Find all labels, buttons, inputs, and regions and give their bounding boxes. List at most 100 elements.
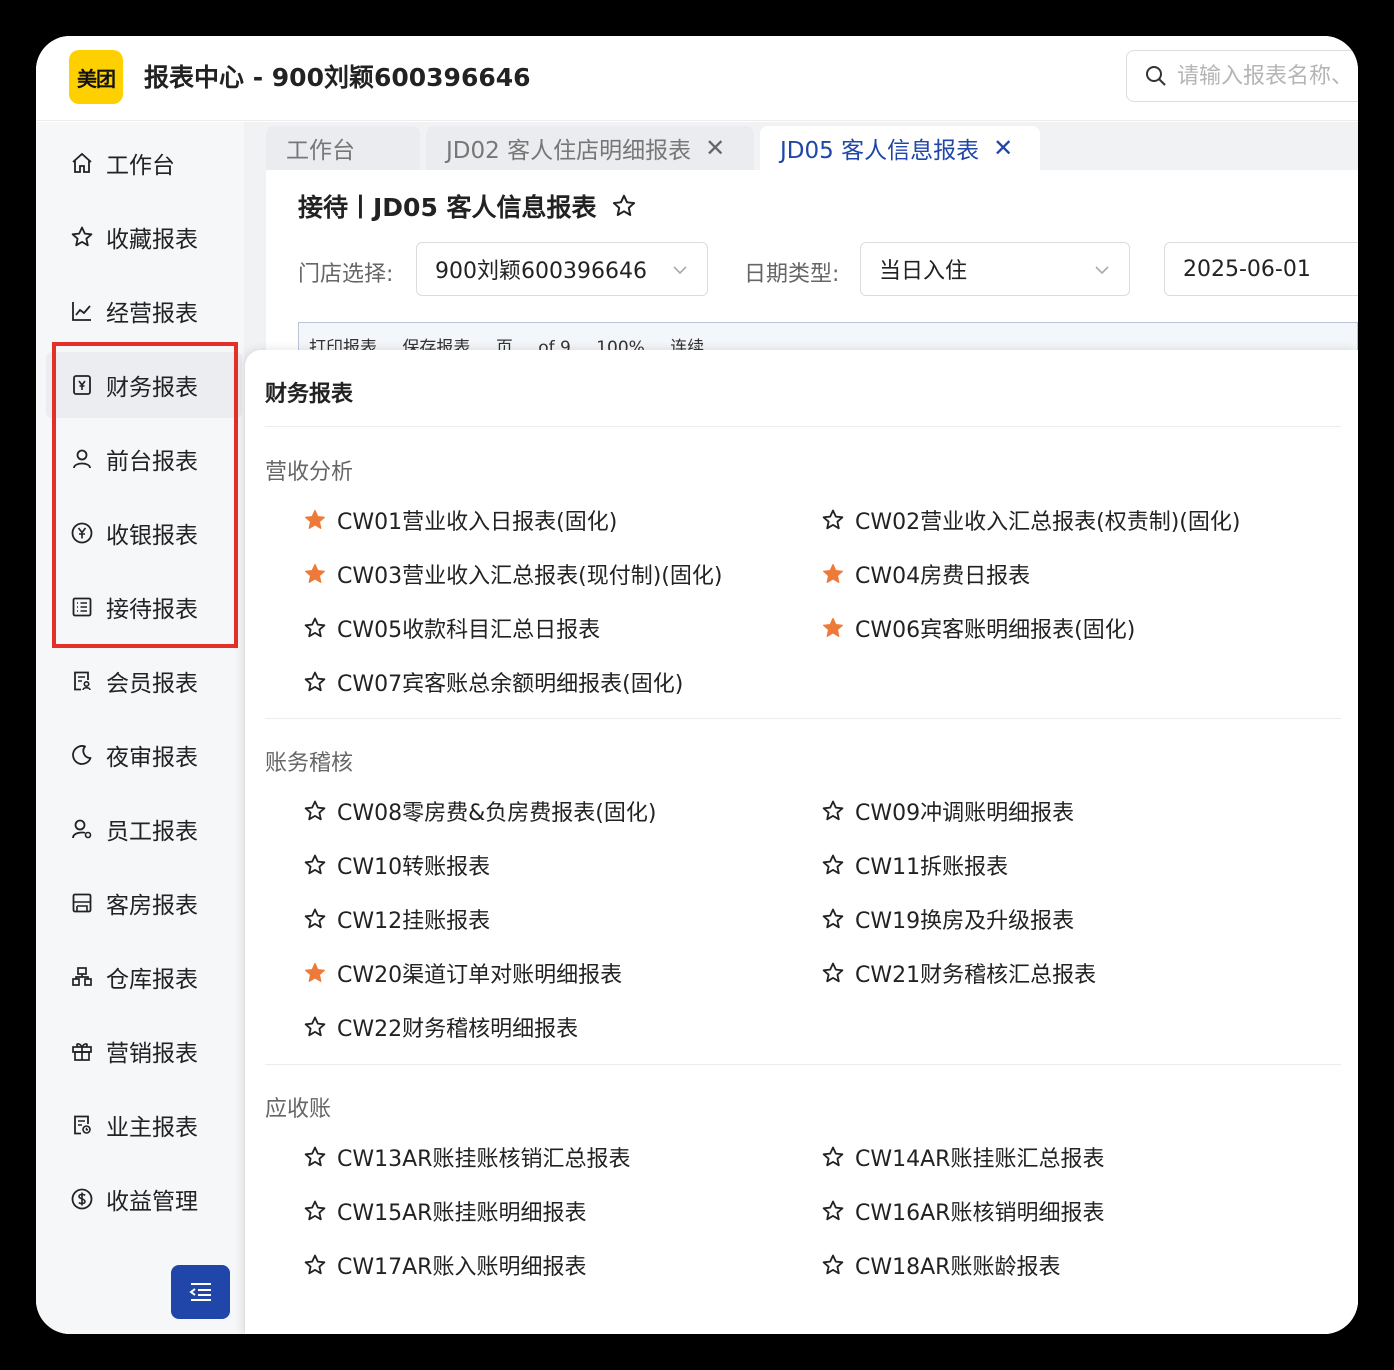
report-name: CW20渠道订单对账明细报表 [337,963,623,988]
date-picker[interactable]: 2025-06-01 [1164,242,1358,296]
sidebar-item-staff[interactable]: 员工报表 [46,796,242,862]
report-item[interactable]: CW10转账报表 [303,850,490,880]
report-item[interactable]: CW22财务稽核明细报表 [303,1012,578,1042]
sidebar-item-member[interactable]: 会员报表 [46,648,242,714]
report-name: CW04房费日报表 [855,564,1031,589]
favorite-star-icon[interactable] [821,508,845,532]
report-item[interactable]: CW02营业收入汇总报表(权责制)(固化) [821,505,1240,535]
favorite-star-icon[interactable] [821,799,845,823]
favorite-star-filled-icon[interactable] [303,508,327,532]
report-item[interactable]: CW01营业收入日报表(固化) [303,505,617,535]
warehouse-icon [70,965,94,989]
app-title: 报表中心 - 900刘颖600396646 [144,63,531,92]
favorite-star-icon[interactable] [303,907,327,931]
report-item[interactable]: CW19换房及升级报表 [821,904,1074,934]
sidebar-item-favorites[interactable]: 收藏报表 [46,204,242,270]
favorite-star-icon[interactable] [303,616,327,640]
report-item[interactable]: CW08零房费&负房费报表(固化) [303,796,656,826]
app-window: 美团 报表中心 - 900刘颖600396646 工作台 收藏报表 经营报表 财… [36,36,1358,1334]
sidebar-item-label: 营销报表 [106,1041,198,1067]
report-name: CW15AR账挂账明细报表 [337,1201,587,1226]
tab-jd02[interactable]: JD02 客人住店明细报表 ✕ [426,126,754,170]
line-chart-icon [70,299,94,323]
report-item[interactable]: CW14AR账挂账汇总报表 [821,1142,1104,1172]
favorite-star-filled-icon[interactable] [303,562,327,586]
favorite-star-icon[interactable] [821,1253,845,1277]
sidebar-item-revenue[interactable]: 收益管理 [46,1166,242,1232]
member-doc-icon [70,669,94,693]
divider [265,426,1341,427]
owner-doc-icon [70,1113,94,1137]
report-item[interactable]: CW13AR账挂账核销汇总报表 [303,1142,630,1172]
favorite-star-icon[interactable] [611,193,637,219]
favorite-star-icon[interactable] [303,670,327,694]
section-title: 账务稽核 [265,751,354,776]
tab-label: 工作台 [286,138,355,164]
store-select-label: 门店选择: [298,262,394,287]
favorite-star-icon[interactable] [303,1015,327,1039]
report-name: CW03营业收入汇总报表(现付制)(固化) [337,564,723,589]
report-item[interactable]: CW15AR账挂账明细报表 [303,1196,586,1226]
report-item[interactable]: CW03营业收入汇总报表(现付制)(固化) [303,559,722,589]
favorite-star-icon[interactable] [821,907,845,931]
sidebar-item-owner[interactable]: 业主报表 [46,1092,242,1158]
report-item[interactable]: CW17AR账入账明细报表 [303,1250,586,1280]
sidebar-item-rooms[interactable]: 客房报表 [46,870,242,936]
tab-workbench[interactable]: 工作台 [266,126,420,170]
search-input[interactable] [1177,63,1358,89]
sidebar-item-warehouse[interactable]: 仓库报表 [46,944,242,1010]
sidebar-item-night-audit[interactable]: 夜审报表 [46,722,242,788]
favorite-star-icon[interactable] [303,1253,327,1277]
report-item[interactable]: CW18AR账账龄报表 [821,1250,1060,1280]
favorite-star-filled-icon[interactable] [821,616,845,640]
sidebar: 工作台 收藏报表 经营报表 财务报表 前台报表 收银报表 接待报表 会员报表 夜… [36,122,244,1334]
tab-label: JD02 客人住店明细报表 [446,138,692,164]
sidebar-item-label: 收益管理 [106,1189,198,1215]
report-item[interactable]: CW04房费日报表 [821,559,1030,589]
favorite-star-icon[interactable] [303,799,327,823]
sidebar-item-label: 会员报表 [106,671,198,697]
meituan-logo: 美团 [69,50,123,104]
report-item[interactable]: CW05收款科目汇总日报表 [303,613,600,643]
staff-icon [70,817,94,841]
page-title: 接待丨JD05 客人信息报表 [298,188,637,224]
favorite-star-icon[interactable] [821,961,845,985]
sidebar-item-workbench[interactable]: 工作台 [46,130,242,196]
date-type-value: 当日入住 [879,259,968,284]
report-item[interactable]: CW20渠道订单对账明细报表 [303,958,622,988]
report-search[interactable] [1126,50,1358,102]
favorite-star-icon[interactable] [821,1145,845,1169]
favorite-star-icon[interactable] [303,853,327,877]
report-item[interactable]: CW16AR账核销明细报表 [821,1196,1104,1226]
close-icon[interactable]: ✕ [705,134,725,162]
tab-jd05[interactable]: JD05 客人信息报表 ✕ [760,126,1040,170]
report-item[interactable]: CW07宾客账总余额明细报表(固化) [303,667,683,697]
close-icon[interactable]: ✕ [993,134,1013,162]
sidebar-item-marketing[interactable]: 营销报表 [46,1018,242,1084]
report-item[interactable]: CW06宾客账明细报表(固化) [821,613,1135,643]
star-icon [70,225,94,249]
report-name: CW12挂账报表 [337,909,491,934]
report-name: CW07宾客账总余额明细报表(固化) [337,672,684,697]
favorite-star-filled-icon[interactable] [303,961,327,985]
sidebar-item-label: 工作台 [106,153,175,179]
report-item[interactable]: CW12挂账报表 [303,904,490,934]
store-select[interactable]: 900刘颖600396646 [416,242,708,296]
favorite-star-icon[interactable] [821,1199,845,1223]
favorite-star-icon[interactable] [303,1145,327,1169]
sidebar-item-operations[interactable]: 经营报表 [46,278,242,344]
report-item[interactable]: CW09冲调账明细报表 [821,796,1074,826]
favorite-star-filled-icon[interactable] [821,562,845,586]
divider [265,1064,1341,1065]
report-name: CW08零房费&负房费报表(固化) [337,801,657,826]
favorite-star-icon[interactable] [303,1199,327,1223]
collapse-sidebar-button[interactable] [171,1265,230,1319]
report-name: CW02营业收入汇总报表(权责制)(固化) [855,510,1241,535]
favorite-star-icon[interactable] [821,853,845,877]
report-item[interactable]: CW11拆账报表 [821,850,1008,880]
divider [265,718,1341,719]
report-toolbar: 打印报表 保存报表 页 of 9 100% 连续 [298,322,1358,352]
report-item[interactable]: CW21财务稽核汇总报表 [821,958,1096,988]
date-type-select[interactable]: 当日入住 [860,242,1130,296]
report-name: CW06宾客账明细报表(固化) [855,618,1136,643]
